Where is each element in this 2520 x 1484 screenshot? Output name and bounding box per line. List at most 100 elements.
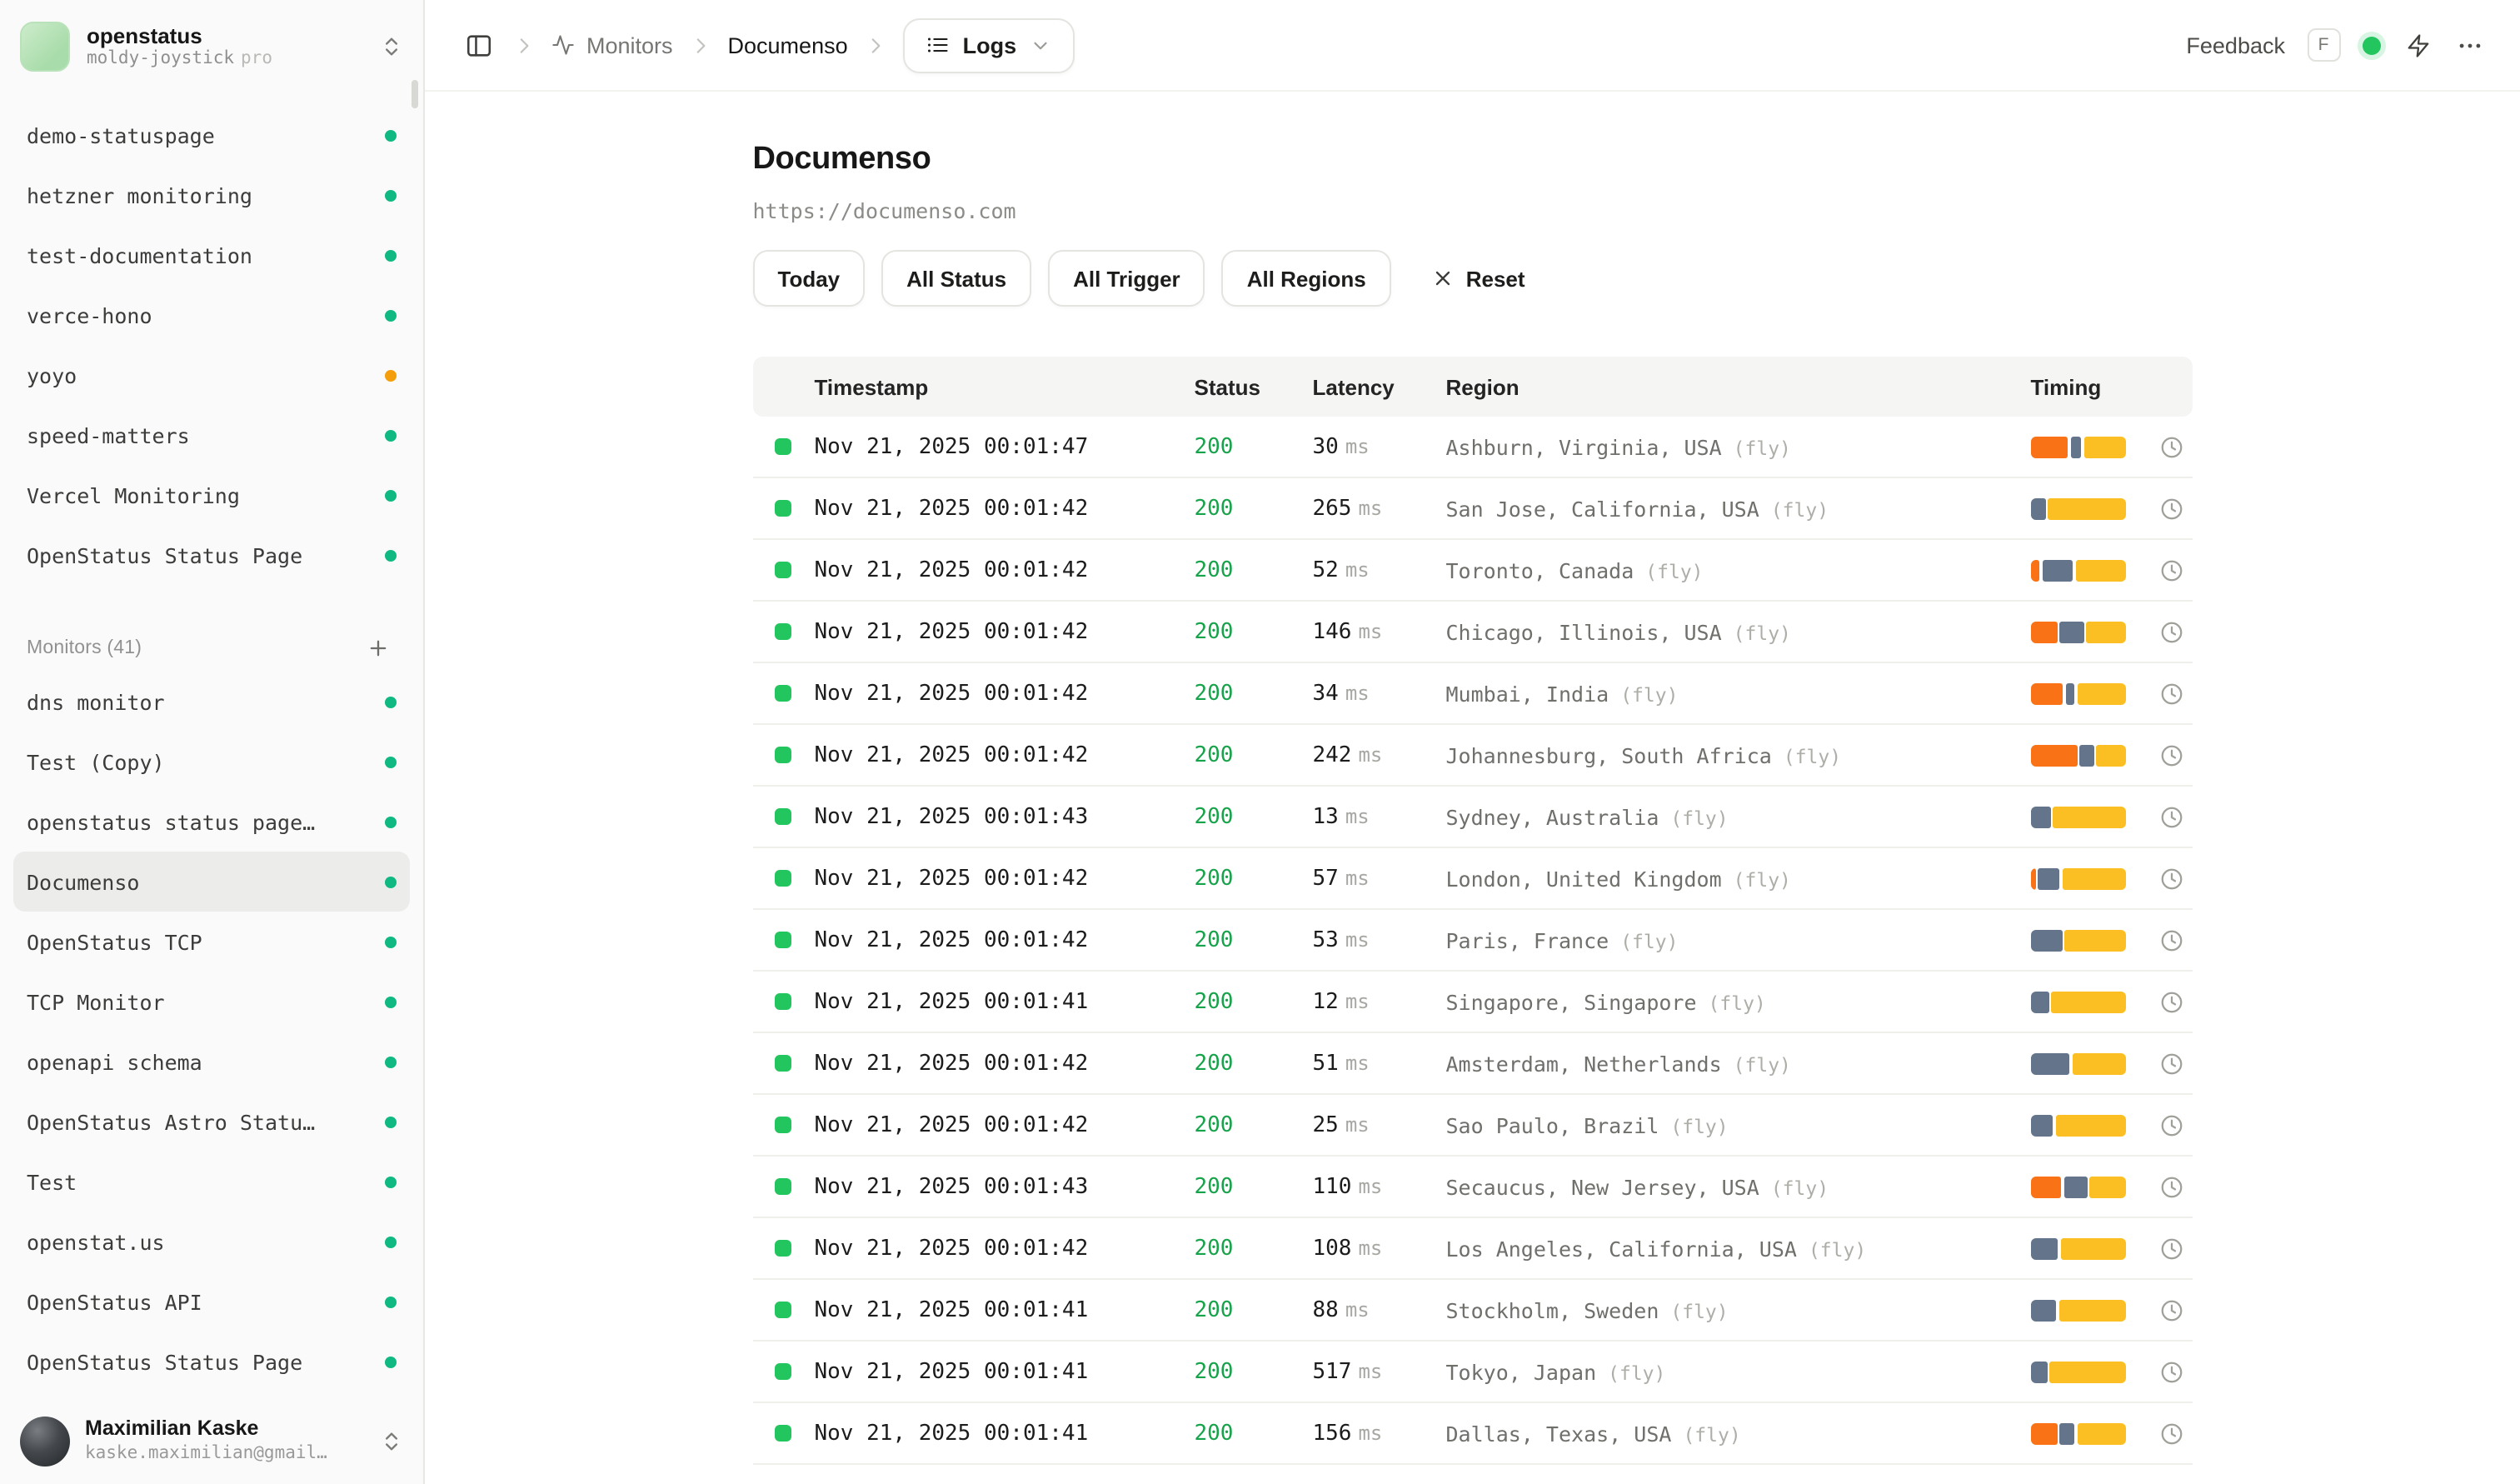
table-row[interactable]: Nov 21, 2025 00:01:4220053msParis, Franc…: [753, 910, 2193, 972]
clock-icon[interactable]: [2159, 804, 2184, 829]
sidebar-item-hetzner-monitoring[interactable]: hetzner monitoring: [13, 165, 410, 225]
status-dot: [385, 876, 397, 887]
clock-icon[interactable]: [2159, 927, 2184, 952]
region-cell: Toronto, Canada (fly): [1446, 557, 2031, 582]
filter-status-button[interactable]: All Status: [881, 250, 1031, 307]
sidebar-item-openstat-us[interactable]: openstat.us: [13, 1212, 410, 1272]
sidebar-item-yoyo[interactable]: yoyo: [13, 345, 410, 405]
latency-value: 517: [1313, 1359, 1352, 1384]
row-indicator-cell: [753, 1240, 815, 1257]
clock-icon[interactable]: [2159, 681, 2184, 706]
sidebar-item-openstatus-status-page[interactable]: OpenStatus Status Page: [13, 1332, 410, 1392]
region-provider: (fly): [1670, 1299, 1728, 1322]
sidebar-item-openstatus-tcp[interactable]: OpenStatus TCP: [13, 912, 410, 972]
timing-cell: [2031, 742, 2193, 767]
table-row[interactable]: Nov 21, 2025 00:01:43200110msSecaucus, N…: [753, 1157, 2193, 1218]
header-latency[interactable]: Latency: [1313, 374, 1446, 399]
sidebar-item-openstatus-status-page[interactable]: OpenStatus Status Page: [13, 525, 410, 585]
clock-icon[interactable]: [2159, 866, 2184, 891]
logs-view-selector[interactable]: Logs: [903, 17, 1075, 72]
timing-segment: [2077, 682, 2125, 704]
table-row[interactable]: Nov 21, 2025 00:01:4320013msSydney, Aust…: [753, 787, 2193, 848]
clock-icon[interactable]: [2159, 989, 2184, 1014]
sidebar-item-test-documentation[interactable]: test-documentation: [13, 225, 410, 285]
sidebar-item-test-copy[interactable]: Test (Copy): [13, 732, 410, 792]
clock-icon[interactable]: [2159, 434, 2184, 459]
header-timestamp[interactable]: Timestamp: [815, 374, 1195, 399]
workspace-selector[interactable]: openstatus moldy-joystickpro: [0, 0, 423, 92]
latency-value: 242: [1313, 742, 1352, 767]
latency-unit: ms: [1345, 804, 1370, 827]
add-monitor-button[interactable]: [360, 630, 397, 667]
region-cell: Tokyo, Japan(fly): [1446, 1359, 2031, 1384]
region-provider: (fly): [1645, 559, 1703, 582]
more-options-icon[interactable]: [2455, 31, 2483, 59]
sidebar-toggle-icon[interactable]: [462, 27, 497, 62]
timing-segment: [2065, 682, 2074, 704]
sidebar-scrollbar-thumb[interactable]: [412, 80, 418, 108]
sidebar-item-dns-monitor[interactable]: dns monitor: [13, 672, 410, 732]
table-row[interactable]: Nov 21, 2025 00:01:41200517msTokyo, Japa…: [753, 1342, 2193, 1403]
feedback-button[interactable]: Feedback: [2186, 32, 2285, 57]
user-menu[interactable]: Maximilian Kaske kaske.maximilian@gmail…: [0, 1397, 423, 1484]
topbar: Monitors Documenso Logs Feedback F: [425, 0, 2520, 92]
clock-icon[interactable]: [2159, 1297, 2184, 1322]
latency-unit: ms: [1345, 681, 1370, 704]
sidebar-item-openstatus-api[interactable]: OpenStatus API: [13, 1272, 410, 1332]
table-row[interactable]: Nov 21, 2025 00:01:4220052msToronto, Can…: [753, 540, 2193, 602]
sidebar-item-test[interactable]: Test: [13, 1152, 410, 1212]
sidebar-item-speed-matters[interactable]: speed-matters: [13, 405, 410, 465]
sidebar-item-openstatus-astro-statu[interactable]: OpenStatus Astro Statu…: [13, 1092, 410, 1152]
table-row[interactable]: Nov 21, 2025 00:01:4220051msAmsterdam, N…: [753, 1033, 2193, 1095]
status-dot: [385, 429, 397, 441]
table-row[interactable]: Nov 21, 2025 00:01:4220034msMumbai, Indi…: [753, 663, 2193, 725]
table-row[interactable]: Nov 21, 2025 00:01:41200156msDallas, Tex…: [753, 1403, 2193, 1465]
sidebar-item-demo-statuspage[interactable]: demo-statuspage: [13, 105, 410, 165]
sidebar-item-verce-hono[interactable]: verce-hono: [13, 285, 410, 345]
clock-icon[interactable]: [2159, 1421, 2184, 1446]
timing-segment: [2031, 867, 2036, 889]
clock-icon[interactable]: [2159, 557, 2184, 582]
sidebar-item-openstatus-status-page[interactable]: openstatus status page…: [13, 792, 410, 852]
region-name: Tokyo, Japan: [1446, 1359, 1597, 1384]
lightning-icon[interactable]: [2402, 29, 2433, 61]
table-row[interactable]: Nov 21, 2025 00:01:42200265msSan Jose, C…: [753, 478, 2193, 540]
sidebar-item-openapi-schema[interactable]: openapi schema: [13, 1032, 410, 1092]
table-row[interactable]: Nov 21, 2025 00:01:4220025msSao Paulo, B…: [753, 1095, 2193, 1157]
row-indicator-cell: [753, 685, 815, 702]
table-row[interactable]: Nov 21, 2025 00:01:42200146msChicago, Il…: [753, 602, 2193, 663]
filter-date-button[interactable]: Today: [753, 250, 866, 307]
clock-icon[interactable]: [2159, 496, 2184, 521]
table-row[interactable]: Nov 21, 2025 00:01:4720030msAshburn, Vir…: [753, 417, 2193, 478]
table-row[interactable]: Nov 21, 2025 00:01:42200108msLos Angeles…: [753, 1218, 2193, 1280]
table-row[interactable]: Nov 21, 2025 00:01:42200242msJohannesbur…: [753, 725, 2193, 787]
breadcrumb-current[interactable]: Documenso: [728, 32, 848, 57]
sidebar-item-label: openapi schema: [27, 1049, 202, 1074]
clock-icon[interactable]: [2159, 1359, 2184, 1384]
region-cell: Dallas, Texas, USA(fly): [1446, 1421, 2031, 1446]
filter-trigger-button[interactable]: All Trigger: [1048, 250, 1205, 307]
sidebar-item-tcp-monitor[interactable]: TCP Monitor: [13, 972, 410, 1032]
table-row[interactable]: Nov 21, 2025 00:01:4220057msLondon, Unit…: [753, 848, 2193, 910]
region-name: Toronto, Canada: [1446, 557, 1634, 582]
header-status[interactable]: Status: [1195, 374, 1313, 399]
clock-icon[interactable]: [2159, 619, 2184, 644]
header-region[interactable]: Region: [1446, 374, 2031, 399]
header-timing[interactable]: Timing: [2031, 374, 2193, 399]
clock-icon[interactable]: [2159, 742, 2184, 767]
table-row[interactable]: Nov 21, 2025 00:01:4120012msSingapore, S…: [753, 972, 2193, 1033]
clock-icon[interactable]: [2159, 1174, 2184, 1199]
reset-filters-button[interactable]: Reset: [1415, 250, 1542, 307]
table-row[interactable]: Nov 21, 2025 00:01:4120088msStockholm, S…: [753, 1280, 2193, 1342]
timing-segment: [2072, 1052, 2125, 1074]
clock-icon[interactable]: [2159, 1112, 2184, 1137]
activity-icon: [551, 33, 575, 57]
clock-icon[interactable]: [2159, 1236, 2184, 1261]
sidebar-item-vercel-monitoring[interactable]: Vercel Monitoring: [13, 465, 410, 525]
sidebar-item-documenso[interactable]: Documenso: [13, 852, 410, 912]
status-code-cell: 200: [1195, 1297, 1313, 1322]
clock-icon[interactable]: [2159, 1051, 2184, 1076]
filter-regions-button[interactable]: All Regions: [1222, 250, 1391, 307]
status-code-cell: 200: [1195, 1421, 1313, 1446]
breadcrumb-monitors[interactable]: Monitors: [551, 32, 673, 57]
